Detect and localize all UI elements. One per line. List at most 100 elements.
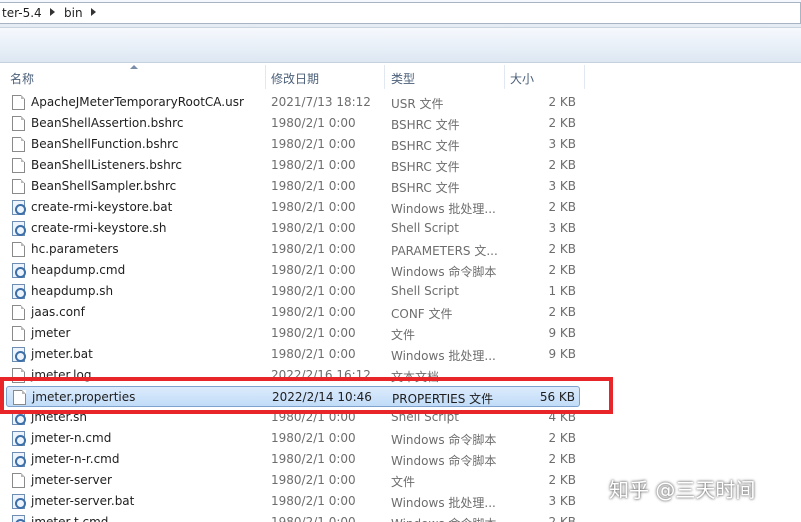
file-type: CONF 文件 [391, 307, 453, 321]
file-type: Windows 命令脚本 [391, 265, 497, 279]
list-item[interactable]: jmeter-n.cmd 1980/2/1 0:00 Windows 命令脚本 2 K… [6, 428, 580, 449]
document-icon [12, 179, 25, 194]
document-icon [12, 242, 25, 257]
column-header-name[interactable]: 名称 [10, 63, 34, 91]
file-type: Windows 命令脚本 [391, 433, 497, 447]
file-date: 1980/2/1 0:00 [271, 347, 356, 361]
file-date: 1980/2/1 0:00 [271, 137, 356, 151]
file-name: jmeter-t.cmd [31, 515, 109, 522]
file-list: ApacheJMeterTemporaryRootCA.usr 2021/7/13… [0, 91, 801, 522]
file-name: BeanShellListeners.bshrc [31, 158, 182, 172]
file-size: 3 KB [548, 221, 576, 235]
file-size: 2 KB [548, 515, 576, 522]
column-header-row: 名称 修改日期 类型 大小 [0, 63, 801, 91]
file-date: 1980/2/1 0:00 [271, 179, 356, 193]
file-type: Shell Script [391, 221, 459, 235]
address-bar: ter-5.4 bin [0, 0, 801, 28]
list-item[interactable]: jaas.conf 1980/2/1 0:00 CONF 文件 2 KB [6, 302, 580, 323]
file-name: create-rmi-keystore.bat [31, 200, 173, 214]
list-item[interactable]: hc.parameters 1980/2/1 0:00 PARAMETERS 文..… [6, 239, 580, 260]
list-item[interactable]: BeanShellListeners.bshrc 1980/2/1 0:00 BSH… [6, 155, 580, 176]
column-divider[interactable] [504, 65, 505, 89]
list-item[interactable]: heapdump.sh 1980/2/1 0:00 Shell Script 1 KB [6, 281, 580, 302]
document-icon [12, 158, 25, 173]
document-icon [12, 473, 25, 488]
file-date: 1980/2/1 0:00 [271, 305, 356, 319]
file-date: 1980/2/1 0:00 [271, 221, 356, 235]
list-item[interactable]: create-rmi-keystore.sh 1980/2/1 0:00 Shell… [6, 218, 580, 239]
breadcrumb[interactable]: ter-5.4 bin [0, 2, 801, 24]
list-item[interactable]: jmeter-t.cmd 1980/2/1 0:00 Windows 命令脚本 2 K… [6, 512, 580, 522]
chevron-right-icon[interactable] [91, 8, 96, 16]
list-item[interactable]: jmeter-n-r.cmd 1980/2/1 0:00 Windows 命令脚本 2… [6, 449, 580, 470]
file-name: create-rmi-keystore.sh [31, 221, 167, 235]
script-icon [12, 431, 26, 446]
highlight-annotation [0, 377, 613, 414]
file-size: 2 KB [548, 116, 576, 130]
breadcrumb-item-jmeter[interactable]: ter-5.4 [2, 6, 42, 20]
column-divider[interactable] [265, 65, 266, 89]
script-icon [12, 494, 26, 509]
file-size: 2 KB [548, 263, 576, 277]
file-type: Windows 命令脚本 [391, 454, 497, 468]
document-icon [12, 95, 25, 110]
list-item[interactable]: BeanShellAssertion.bshrc 1980/2/1 0:00 BSH… [6, 113, 580, 134]
file-type: Windows 批处理... [391, 496, 496, 510]
list-item[interactable]: jmeter-server 1980/2/1 0:00 文件 2 KB [6, 470, 580, 491]
file-name: jmeter-n-r.cmd [31, 452, 120, 466]
file-type: BSHRC 文件 [391, 139, 460, 153]
file-date: 1980/2/1 0:00 [271, 473, 356, 487]
column-header-modified[interactable]: 修改日期 [271, 63, 319, 91]
file-size: 9 KB [548, 326, 576, 340]
list-item[interactable]: jmeter-server.bat 1980/2/1 0:00 Windows 批处… [6, 491, 580, 512]
file-date: 1980/2/1 0:00 [271, 515, 356, 522]
list-item[interactable]: BeanShellFunction.bshrc 1980/2/1 0:00 BSHR… [6, 134, 580, 155]
script-icon [12, 200, 26, 215]
column-header-type[interactable]: 类型 [391, 63, 415, 91]
column-divider[interactable] [584, 65, 585, 89]
file-date: 1980/2/1 0:00 [271, 242, 356, 256]
file-name: BeanShellFunction.bshrc [31, 137, 179, 151]
breadcrumb-item-bin[interactable]: bin [64, 6, 83, 20]
list-item[interactable]: jmeter.bat 1980/2/1 0:00 Windows 批处理... 9 K… [6, 344, 580, 365]
column-header-size[interactable]: 大小 [510, 63, 534, 91]
sort-ascending-icon [130, 65, 138, 69]
file-type: BSHRC 文件 [391, 118, 460, 132]
file-date: 1980/2/1 0:00 [271, 263, 356, 277]
list-item[interactable]: BeanShellSampler.bshrc 1980/2/1 0:00 BSHRC… [6, 176, 580, 197]
document-icon [12, 305, 25, 320]
file-type: Windows 批处理... [391, 349, 496, 363]
file-date: 1980/2/1 0:00 [271, 452, 356, 466]
file-name: ApacheJMeterTemporaryRootCA.usr [31, 95, 244, 109]
file-size: 3 KB [548, 179, 576, 193]
script-icon [12, 515, 26, 522]
file-date: 1980/2/1 0:00 [271, 326, 356, 340]
chevron-right-icon[interactable] [50, 8, 55, 16]
file-type: USR 文件 [391, 97, 444, 111]
file-date: 1980/2/1 0:00 [271, 431, 356, 445]
script-icon [12, 452, 26, 467]
list-item[interactable]: jmeter 1980/2/1 0:00 文件 9 KB [6, 323, 580, 344]
file-type: BSHRC 文件 [391, 160, 460, 174]
list-item[interactable]: ApacheJMeterTemporaryRootCA.usr 2021/7/13… [6, 92, 580, 113]
list-item[interactable]: create-rmi-keystore.bat 1980/2/1 0:00 Wind… [6, 197, 580, 218]
column-divider[interactable] [384, 65, 385, 89]
file-name: jmeter-server.bat [31, 494, 135, 508]
file-date: 1980/2/1 0:00 [271, 284, 356, 298]
script-icon [12, 263, 26, 278]
file-size: 2 KB [548, 305, 576, 319]
document-icon [12, 137, 25, 152]
file-name: hc.parameters [31, 242, 119, 256]
file-name: BeanShellSampler.bshrc [31, 179, 177, 193]
file-name: jaas.conf [31, 305, 85, 319]
file-type: Windows 命令脚本 [391, 515, 496, 522]
list-item[interactable]: heapdump.cmd 1980/2/1 0:00 Windows 命令脚本 2 K… [6, 260, 580, 281]
file-type: 文件 [391, 328, 416, 342]
file-date: 1980/2/1 0:00 [271, 116, 356, 130]
file-size: 3 KB [548, 494, 576, 508]
file-date: 1980/2/1 0:00 [271, 158, 356, 172]
file-type: BSHRC 文件 [391, 181, 460, 195]
file-size: 2 KB [548, 242, 576, 256]
file-type: Windows 批处理... [391, 202, 496, 216]
file-size: 9 KB [548, 347, 576, 361]
